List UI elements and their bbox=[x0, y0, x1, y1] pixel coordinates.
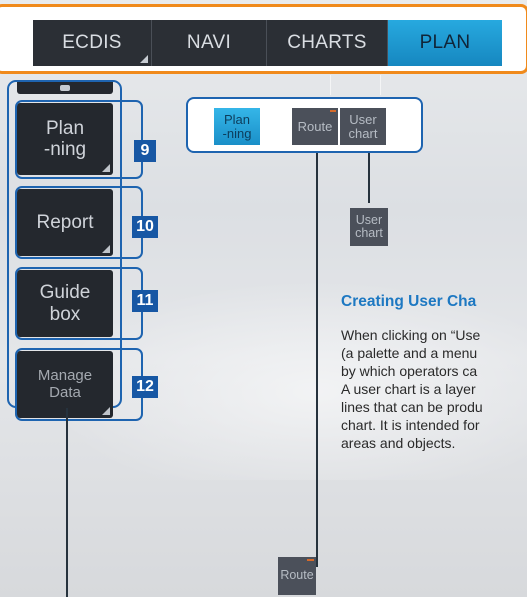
callout-badge: 10 bbox=[132, 216, 158, 238]
description-line: When clicking on “Use bbox=[341, 327, 481, 343]
tab-label: CHARTS bbox=[287, 32, 367, 53]
tab-label: NAVI bbox=[186, 32, 232, 53]
planning-highlight bbox=[15, 100, 143, 179]
comment-icon bbox=[60, 85, 70, 91]
route-connector-line bbox=[316, 153, 318, 567]
tab-charts[interactable]: CHARTS bbox=[267, 20, 388, 66]
indicator-mark bbox=[307, 559, 314, 561]
background-line bbox=[380, 75, 381, 95]
description-line: (a palette and a menu bbox=[341, 345, 478, 361]
route-sub-button[interactable]: Route bbox=[292, 108, 338, 145]
sub-button-group: Plan -ning Route User chart bbox=[186, 97, 423, 153]
description-line: A user chart is a layer bbox=[341, 381, 476, 397]
tab-label: ECDIS bbox=[62, 32, 122, 53]
tab-plan[interactable]: PLAN bbox=[388, 20, 502, 66]
report-highlight bbox=[15, 186, 143, 259]
button-label-line: Plan bbox=[223, 111, 250, 127]
planning-sub-button[interactable]: Plan -ning bbox=[214, 108, 260, 145]
indicator-mark bbox=[330, 110, 336, 112]
button-label-line: chart bbox=[355, 226, 383, 240]
description-line: by which operators ca bbox=[341, 363, 478, 379]
route-button[interactable]: Route bbox=[278, 557, 316, 595]
button-label-line: chart bbox=[348, 125, 378, 141]
manage-data-highlight bbox=[15, 348, 143, 421]
button-label-line: Route bbox=[280, 568, 314, 583]
tab-label: PLAN bbox=[419, 32, 471, 53]
description-line: chart. It is intended for bbox=[341, 417, 480, 433]
callout-badge: 9 bbox=[134, 140, 156, 162]
background-line bbox=[330, 75, 331, 95]
section-heading: Creating User Cha bbox=[341, 293, 477, 310]
callout-badge: 11 bbox=[132, 290, 158, 312]
user-chart-connector-line bbox=[368, 153, 370, 203]
guidebox-highlight bbox=[15, 267, 143, 340]
description-text: When clicking on “Use (a palette and a m… bbox=[341, 326, 527, 452]
tab-ecdis[interactable]: ECDIS bbox=[33, 20, 152, 66]
button-label-line: User bbox=[349, 111, 377, 127]
connector-line bbox=[66, 408, 68, 597]
description-line: areas and objects. bbox=[341, 435, 456, 451]
button-label-line: -ning bbox=[222, 125, 252, 141]
button-label-line: Route bbox=[297, 118, 333, 134]
tab-navi[interactable]: NAVI bbox=[152, 20, 267, 66]
partial-button[interactable] bbox=[17, 82, 113, 94]
user-chart-button[interactable]: User chart bbox=[350, 208, 388, 246]
top-tab-bar: ECDIS NAVI CHARTS PLAN bbox=[0, 4, 527, 74]
submenu-corner-icon bbox=[140, 55, 148, 63]
callout-badge: 12 bbox=[132, 376, 158, 398]
user-chart-sub-button[interactable]: User chart bbox=[340, 108, 386, 145]
description-line: lines that can be produ bbox=[341, 399, 483, 415]
